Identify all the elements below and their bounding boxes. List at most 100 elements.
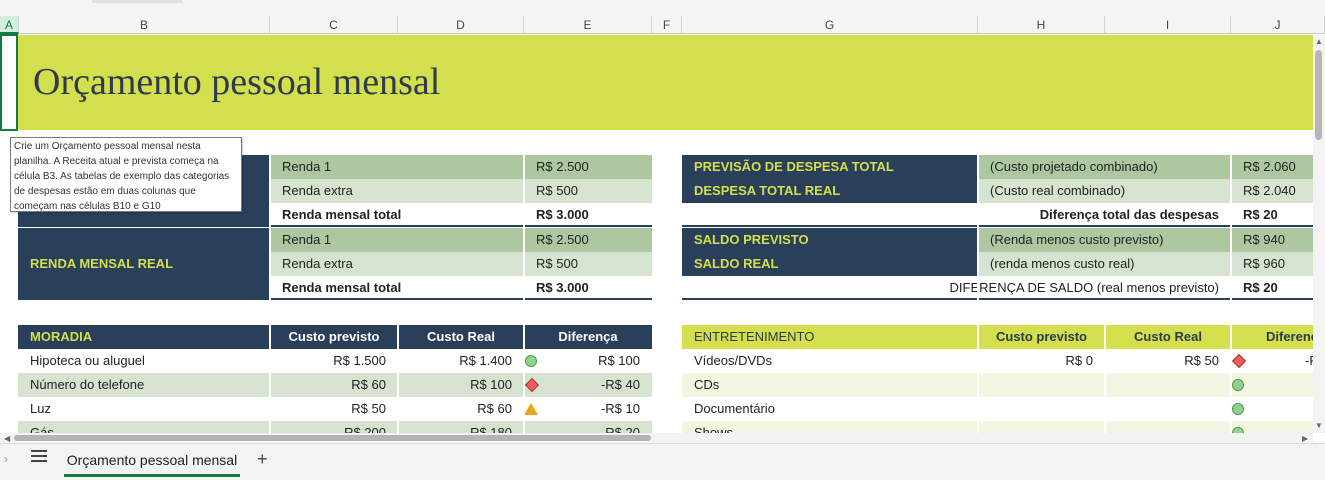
summary-balance-diff-value[interactable]: R$ 20 <box>1231 276 1313 300</box>
moradia-row-1-diff[interactable]: R$ 100 <box>524 349 652 373</box>
planned-income-total-label[interactable]: Renda mensal total <box>270 203 524 227</box>
summary-actual-expense-label[interactable]: DESPESA TOTAL REAL <box>682 179 978 203</box>
grid-divider <box>1104 325 1106 433</box>
circle-green-icon <box>525 355 537 367</box>
scroll-left-icon[interactable]: ◀ <box>4 434 10 443</box>
column-header-h[interactable]: H <box>978 16 1105 34</box>
column-header-i[interactable]: I <box>1105 16 1231 34</box>
entretenimento-row-2-actual[interactable] <box>1105 373 1231 397</box>
moradia-row-3-actual[interactable]: R$ 60 <box>398 397 524 421</box>
summary-expense-diff-value[interactable]: R$ 20 <box>1231 203 1313 227</box>
entretenimento-header-actual[interactable]: Custo Real <box>1105 325 1231 349</box>
planned-income-row-1-value[interactable]: R$ 2.500 <box>524 155 652 179</box>
moradia-row-4-label[interactable]: Gás <box>18 421 270 433</box>
scroll-right-icon[interactable]: ▶ <box>1302 434 1308 443</box>
summary-balance-diff-label[interactable]: DIFERENÇA DE SALDO (real menos previsto) <box>682 276 1231 300</box>
actual-income-row-2-label[interactable]: Renda extra <box>270 252 524 276</box>
sheet-tab[interactable]: Orçamento pessoal mensal <box>64 446 240 476</box>
moradia-row-3-planned[interactable]: R$ 50 <box>270 397 398 421</box>
column-header-c[interactable]: C <box>270 16 398 34</box>
moradia-row-2-actual[interactable]: R$ 100 <box>398 373 524 397</box>
entretenimento-row-3-label[interactable]: Documentário <box>682 397 978 421</box>
actual-income-row-2-value[interactable]: R$ 500 <box>524 252 652 276</box>
moradia-row-3-diff[interactable]: -R$ 10 <box>524 397 652 421</box>
moradia-header-planned[interactable]: Custo previsto <box>270 325 398 349</box>
planned-income-total-value[interactable]: R$ 3.000 <box>524 203 652 227</box>
circle-green-icon <box>1232 403 1244 415</box>
summary-actual-balance-label[interactable]: SALDO REAL <box>682 252 978 276</box>
moradia-row-2-diff[interactable]: -R$ 40 <box>524 373 652 397</box>
entretenimento-row-4-actual[interactable] <box>1105 421 1231 433</box>
grid-divider <box>269 325 271 433</box>
grid-divider <box>1230 325 1232 433</box>
entretenimento-row-3-actual[interactable] <box>1105 397 1231 421</box>
summary-expense-diff-label[interactable]: Diferença total das despesas <box>682 203 1231 227</box>
entretenimento-header-diff[interactable]: Diferença <box>1231 325 1313 349</box>
moradia-row-4-diff[interactable]: R$ 20 <box>524 421 652 433</box>
menu-icon[interactable] <box>31 450 47 462</box>
spreadsheet-view: A B C D E F G H I J Orçamento pessoal me… <box>0 0 1325 480</box>
moradia-row-2-planned[interactable]: R$ 60 <box>270 373 398 397</box>
summary-planned-expense-label[interactable]: PREVISÃO DE DESPESA TOTAL <box>682 155 978 179</box>
top-strip <box>0 0 1325 16</box>
actual-income-row-1-value[interactable]: R$ 2.500 <box>524 228 652 252</box>
summary-actual-balance-value[interactable]: R$ 960 <box>1231 252 1313 276</box>
moradia-header-actual[interactable]: Custo Real <box>398 325 524 349</box>
vertical-scroll-thumb[interactable] <box>1315 50 1322 140</box>
actual-income-label[interactable]: RENDA MENSAL REAL <box>18 228 270 300</box>
scroll-up-icon[interactable]: ▲ <box>1315 37 1323 46</box>
add-sheet-icon[interactable]: + <box>257 449 268 469</box>
planned-income-row-1-label[interactable]: Renda 1 <box>270 155 524 179</box>
column-header-a[interactable]: A <box>0 16 19 34</box>
summary-actual-expense-note[interactable]: (Custo real combinado) <box>978 179 1231 203</box>
column-header-d[interactable]: D <box>398 16 524 34</box>
horizontal-scroll-thumb[interactable] <box>14 435 651 441</box>
scroll-down-icon[interactable]: ▼ <box>1315 421 1323 430</box>
selected-cell-a1[interactable] <box>0 34 18 131</box>
column-header-g[interactable]: G <box>682 16 978 34</box>
grid-divider <box>1230 155 1232 300</box>
column-header-j[interactable]: J <box>1231 16 1325 34</box>
chevron-right-icon[interactable]: › <box>4 452 8 466</box>
moradia-row-4-planned[interactable]: R$ 200 <box>270 421 398 433</box>
entretenimento-row-1-planned[interactable]: R$ 0 <box>978 349 1105 373</box>
column-header-f[interactable]: F <box>652 16 682 34</box>
grid-divider <box>977 325 979 433</box>
entretenimento-row-4-label[interactable]: Shows <box>682 421 978 433</box>
entretenimento-header-planned[interactable]: Custo previsto <box>978 325 1105 349</box>
grid-divider <box>397 325 399 433</box>
entretenimento-row-4-planned[interactable] <box>978 421 1105 433</box>
summary-planned-balance-value[interactable]: R$ 940 <box>1231 228 1313 252</box>
moradia-row-1-planned[interactable]: R$ 1.500 <box>270 349 398 373</box>
summary-actual-expense-value[interactable]: R$ 2.040 <box>1231 179 1313 203</box>
moradia-row-1-actual[interactable]: R$ 1.400 <box>398 349 524 373</box>
summary-planned-expense-note[interactable]: (Custo projetado combinado) <box>978 155 1231 179</box>
summary-planned-expense-value[interactable]: R$ 2.060 <box>1231 155 1313 179</box>
moradia-row-4-actual[interactable]: R$ 180 <box>398 421 524 433</box>
actual-income-total-value[interactable]: R$ 3.000 <box>524 276 652 300</box>
entretenimento-row-2-planned[interactable] <box>978 373 1105 397</box>
column-header-e[interactable]: E <box>524 16 652 34</box>
summary-actual-balance-note[interactable]: (renda menos custo real) <box>978 252 1231 276</box>
moradia-header-diff[interactable]: Diferença <box>524 325 652 349</box>
planned-income-row-2-value[interactable]: R$ 500 <box>524 179 652 203</box>
moradia-row-1-label[interactable]: Hipoteca ou aluguel <box>18 349 270 373</box>
entretenimento-header-category[interactable]: ENTRETENIMENTO <box>682 325 978 349</box>
moradia-row-3-label[interactable]: Luz <box>18 397 270 421</box>
entretenimento-row-3-planned[interactable] <box>978 397 1105 421</box>
actual-income-row-1-label[interactable]: Renda 1 <box>270 228 524 252</box>
cell-comment-tooltip: Crie um Orçamento pessoal mensal nesta p… <box>10 137 242 212</box>
summary-planned-balance-note[interactable]: (Renda menos custo previsto) <box>978 228 1231 252</box>
circle-green-icon <box>1232 379 1244 391</box>
entretenimento-row-1-actual[interactable]: R$ 50 <box>1105 349 1231 373</box>
planned-income-row-2-label[interactable]: Renda extra <box>270 179 524 203</box>
summary-planned-balance-label[interactable]: SALDO PREVISTO <box>682 228 978 252</box>
column-header-b[interactable]: B <box>19 16 270 34</box>
grid-divider <box>977 155 979 300</box>
page-title[interactable]: Orçamento pessoal mensal <box>33 60 440 104</box>
entretenimento-row-2-label[interactable]: CDs <box>682 373 978 397</box>
moradia-row-2-label[interactable]: Número do telefone <box>18 373 270 397</box>
actual-income-total-label[interactable]: Renda mensal total <box>270 276 524 300</box>
entretenimento-row-1-label[interactable]: Vídeos/DVDs <box>682 349 978 373</box>
moradia-header-category[interactable]: MORADIA <box>18 325 270 349</box>
